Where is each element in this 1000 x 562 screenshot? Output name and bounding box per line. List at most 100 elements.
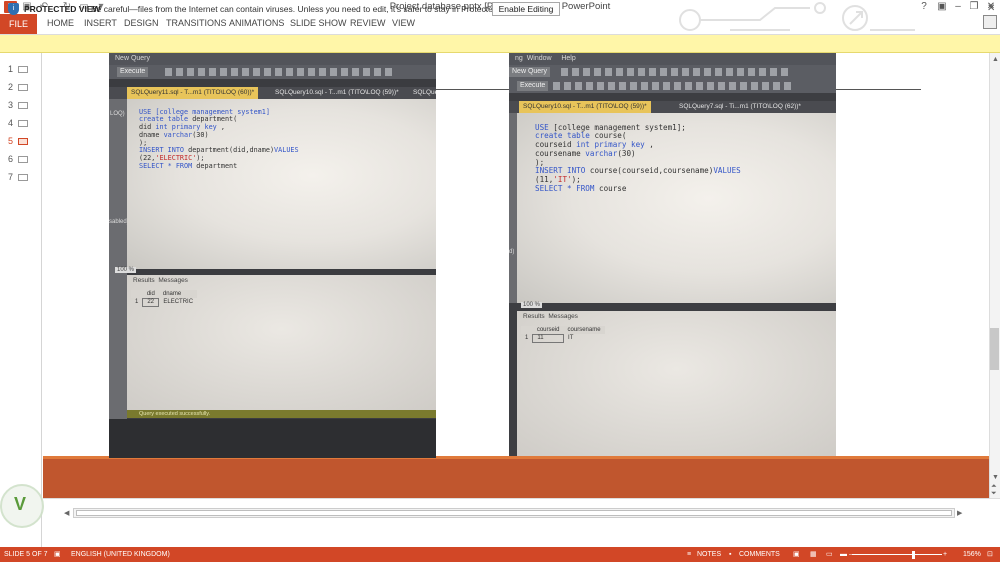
cell: ELECTRIC (163, 299, 194, 305)
photo-tab-active: SQLQuery11.sql - T...m1 (TITO\LOQ (60))* (127, 87, 259, 99)
tab-review[interactable]: REVIEW (350, 18, 386, 28)
tab-file[interactable]: FILE (0, 14, 37, 34)
slide-thumbnail-5[interactable]: 5 (8, 136, 38, 148)
code-token: VALUES (713, 166, 741, 176)
slideshow-view-icon[interactable]: ▬ (840, 547, 847, 562)
tab-design[interactable]: DESIGN (124, 18, 159, 28)
cell: 22 (142, 297, 160, 307)
tab-slide-show[interactable]: SLIDE SHOW (290, 18, 347, 28)
scroll-up-icon[interactable]: ▲ (992, 56, 999, 63)
code-token: SELECT * FROM (139, 161, 193, 170)
photo-results-grid: did dname 1 22 ELECTRIC (131, 290, 198, 307)
zoom-slider[interactable] (852, 554, 942, 555)
slide-number: 5 (8, 136, 14, 146)
scroll-left-icon[interactable]: ◀ (64, 509, 69, 517)
language-indicator[interactable]: ENGLISH (UNITED KINGDOM) (71, 547, 170, 562)
tab-insert[interactable]: INSERT (84, 18, 117, 28)
code-token: course(courseid,coursename) (585, 166, 714, 176)
slide-thumbnail-1[interactable]: 1 (8, 64, 38, 76)
status-bar: SLIDE 5 OF 7 ▣ ENGLISH (UNITED KINGDOM) … (0, 547, 1000, 562)
restore-button[interactable]: ❐ (966, 0, 982, 13)
slide-number: 6 (8, 154, 14, 164)
row-number: 1 (135, 299, 139, 305)
photo-results-tabs: Results Messages (133, 277, 188, 284)
code-token: (30) (192, 130, 209, 139)
slide-preview (18, 174, 28, 181)
photo-gutter-text: LOQ) (110, 111, 125, 117)
slide-preview (18, 138, 28, 145)
photo-results-pane: Results Messages courseid coursename 1 11 I… (517, 311, 836, 456)
vertical-scrollbar[interactable] (989, 53, 1000, 498)
tab-transitions[interactable]: TRANSITIONS (166, 18, 227, 28)
notes-button[interactable]: NOTES (697, 547, 721, 562)
enable-editing-button[interactable]: Enable Editing (492, 2, 560, 16)
slide-counter[interactable]: SLIDE 5 OF 7 (4, 547, 48, 562)
slide-sorter-icon[interactable]: ▦ (810, 547, 817, 562)
horizontal-scroll-thumb[interactable] (76, 510, 952, 516)
minimize-button[interactable]: – (950, 0, 966, 13)
next-slide-icon[interactable]: ⏷ (991, 490, 997, 498)
code-token: 'IT' (553, 174, 572, 184)
slide-thumbnail-2[interactable]: 2 (8, 82, 38, 94)
photo-zoom-level: 100 % (521, 302, 543, 308)
code-token: USE (535, 122, 549, 132)
tab-animations[interactable]: ANIMATIONS (229, 18, 284, 28)
comments-button[interactable]: COMMENTS (739, 547, 780, 562)
photo-zoom-level: 100 % (115, 267, 137, 273)
fit-slide-icon[interactable]: ⊡ (987, 547, 993, 562)
photo-monitor-bezel (109, 419, 436, 458)
account-avatar-icon[interactable] (983, 15, 997, 29)
code-token: ); (535, 157, 545, 167)
code-token: varchar (163, 130, 193, 139)
vertical-scroll-thumb[interactable] (990, 328, 999, 370)
zoom-level[interactable]: 156% (963, 547, 981, 562)
normal-view-icon[interactable]: ▣ (793, 547, 800, 562)
cell: IT (568, 335, 574, 341)
slide-preview (18, 120, 28, 127)
photo-tab: SQLQuery10.sql - T...m1 (TITO\LOQ (59))* (275, 89, 399, 96)
slide-thumbnail-6[interactable]: 6 (8, 154, 38, 166)
column-header: coursename (563, 326, 605, 334)
photo-results-tabs: Results Messages (523, 313, 578, 320)
code-token: VALUES (274, 146, 299, 155)
comments-icon[interactable]: ▪ (729, 547, 731, 562)
photo-code-block: USE [college management system1]; create… (535, 115, 741, 193)
slide-preview (18, 156, 28, 163)
code-token: , (644, 140, 654, 150)
photo-menu-bar: New Query (109, 53, 436, 65)
code-token: (30) (617, 148, 636, 158)
slide-number: 3 (8, 100, 14, 110)
shield-icon: i (8, 3, 19, 15)
spellcheck-icon[interactable]: ▣ (54, 547, 61, 562)
notes-icon[interactable]: ≡ (687, 547, 691, 562)
cell: 11 (532, 333, 565, 343)
code-token: courseid (535, 140, 577, 150)
scroll-down-icon[interactable]: ▼ (992, 474, 999, 481)
code-token: course (594, 183, 627, 193)
slide-thumbnail-3[interactable]: 3 (8, 100, 38, 112)
photo-menu-item: Help (561, 55, 576, 62)
protected-view-title: PROTECTED VIEW (24, 4, 101, 14)
messages-tab: Messages (548, 313, 578, 320)
column-header: dname (158, 290, 198, 298)
slide-rule-line (836, 89, 921, 90)
slide-thumbnail-4[interactable]: 4 (8, 118, 38, 130)
photo-menu-item: ng (515, 55, 523, 62)
sql-screenshot-photo-left[interactable]: New Query Execute SQLQuery11.sql - T...m… (109, 53, 436, 458)
circuit-decoration (679, 2, 915, 31)
sql-screenshot-photo-right[interactable]: ng Window Help New Query Execute SQLQuer… (509, 53, 836, 456)
toolbar-icons-photo (553, 82, 793, 90)
zoom-in-icon[interactable]: + (943, 547, 947, 562)
close-icon[interactable]: ✕ (987, 3, 995, 14)
photo-menu-bar: ng Window Help (509, 53, 836, 65)
scroll-right-icon[interactable]: ▶ (957, 509, 962, 517)
zoom-slider-knob[interactable] (912, 551, 915, 559)
execute-button-photo: Execute (517, 81, 549, 91)
reading-view-icon[interactable]: ▭ (826, 547, 833, 562)
ribbon-display-options-icon[interactable]: ▣ (934, 0, 950, 13)
code-token: course( (589, 131, 627, 141)
slide-thumbnail-7[interactable]: 7 (8, 172, 38, 184)
photo-gutter-text: sabled) (109, 219, 129, 225)
tab-home[interactable]: HOME (47, 18, 74, 28)
tab-view[interactable]: VIEW (392, 18, 415, 28)
